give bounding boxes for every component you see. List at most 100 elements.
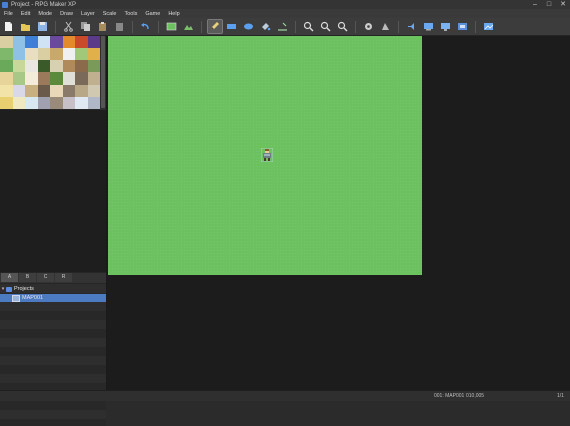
- tile-swatch[interactable]: [12, 60, 25, 73]
- maximize-icon[interactable]: □: [542, 0, 556, 9]
- tile-swatch[interactable]: [12, 36, 25, 49]
- save-project-icon[interactable]: [36, 20, 50, 33]
- tile-swatch[interactable]: [25, 48, 38, 61]
- tile-swatch[interactable]: [25, 36, 38, 49]
- tile-swatch[interactable]: [62, 84, 75, 97]
- tile-swatch[interactable]: [50, 36, 63, 49]
- tile-swatch[interactable]: [50, 96, 63, 109]
- tab-a[interactable]: A: [1, 273, 18, 282]
- layer-2-icon[interactable]: [182, 20, 196, 33]
- tile-swatch[interactable]: [0, 96, 13, 109]
- tile-swatch[interactable]: [75, 48, 88, 61]
- tile-swatch[interactable]: [0, 72, 13, 85]
- tab-b[interactable]: B: [19, 273, 36, 282]
- open-project-icon[interactable]: [19, 20, 33, 33]
- menu-help[interactable]: Help: [164, 11, 183, 17]
- tile-swatch[interactable]: [12, 48, 25, 61]
- tile-swatch[interactable]: [62, 96, 75, 109]
- tile-swatch[interactable]: [25, 84, 38, 97]
- sound-test-icon[interactable]: [422, 20, 436, 33]
- map-canvas-area: [107, 36, 570, 390]
- select-icon[interactable]: [276, 20, 290, 33]
- zoom-2-icon[interactable]: [319, 20, 333, 33]
- rectangle-icon[interactable]: [225, 20, 239, 33]
- tile-swatch[interactable]: [0, 84, 13, 97]
- tile-swatch[interactable]: [62, 48, 75, 61]
- tileset-palette[interactable]: [0, 36, 100, 109]
- player-start-sprite[interactable]: [261, 148, 273, 162]
- tile-swatch[interactable]: [87, 48, 100, 61]
- close-icon[interactable]: ✕: [556, 0, 570, 9]
- tile-swatch[interactable]: [62, 36, 75, 49]
- tile-swatch[interactable]: [50, 84, 63, 97]
- tile-swatch[interactable]: [37, 72, 50, 85]
- tree-root[interactable]: ▾ Projects: [0, 285, 106, 293]
- menu-draw[interactable]: Draw: [56, 11, 77, 17]
- tile-swatch[interactable]: [0, 36, 13, 49]
- copy-icon[interactable]: [79, 20, 93, 33]
- tab-c[interactable]: C: [37, 273, 54, 282]
- tile-swatch[interactable]: [87, 96, 100, 109]
- tile-swatch[interactable]: [37, 48, 50, 61]
- game-settings-icon[interactable]: [456, 20, 470, 33]
- menu-scale[interactable]: Scale: [99, 11, 121, 17]
- tile-swatch[interactable]: [75, 36, 88, 49]
- delete-icon[interactable]: [113, 20, 127, 33]
- tile-swatch[interactable]: [87, 72, 100, 85]
- minimize-icon[interactable]: –: [528, 0, 542, 9]
- tile-swatch[interactable]: [12, 72, 25, 85]
- layer-1-icon[interactable]: [165, 20, 179, 33]
- tile-swatch[interactable]: [75, 72, 88, 85]
- toolbar-divider: [398, 20, 399, 33]
- map-canvas[interactable]: [108, 36, 422, 275]
- menu-file[interactable]: File: [0, 11, 17, 17]
- tile-swatch[interactable]: [75, 96, 88, 109]
- tile-swatch[interactable]: [37, 96, 50, 109]
- tile-swatch[interactable]: [50, 60, 63, 73]
- cut-icon[interactable]: [62, 20, 76, 33]
- tile-swatch[interactable]: [0, 48, 13, 61]
- ellipse-icon[interactable]: [242, 20, 256, 33]
- menu-layer[interactable]: Layer: [77, 11, 99, 17]
- fill-icon[interactable]: [259, 20, 273, 33]
- paste-icon[interactable]: [96, 20, 110, 33]
- tile-swatch[interactable]: [75, 84, 88, 97]
- tree-item-map001[interactable]: MAP001: [0, 294, 106, 302]
- tile-swatch[interactable]: [25, 60, 38, 73]
- undo-icon[interactable]: [139, 20, 153, 33]
- tile-swatch[interactable]: [62, 60, 75, 73]
- tab-r[interactable]: R: [55, 273, 72, 282]
- new-project-icon[interactable]: [2, 20, 16, 33]
- menu-game[interactable]: Game: [141, 11, 164, 17]
- tile-swatch[interactable]: [0, 60, 13, 73]
- menu-edit[interactable]: Edit: [17, 11, 34, 17]
- tile-swatch[interactable]: [50, 48, 63, 61]
- tile-swatch[interactable]: [62, 72, 75, 85]
- help-icon[interactable]: [482, 20, 496, 33]
- tile-swatch[interactable]: [75, 60, 88, 73]
- toolbar-divider: [201, 20, 202, 33]
- tile-swatch[interactable]: [87, 60, 100, 73]
- script-editor-icon[interactable]: [405, 20, 419, 33]
- tile-swatch[interactable]: [37, 36, 50, 49]
- tile-swatch[interactable]: [25, 72, 38, 85]
- menu-mode[interactable]: Mode: [34, 11, 56, 17]
- tile-swatch[interactable]: [50, 72, 63, 85]
- toolbar-divider: [475, 20, 476, 33]
- material-base-icon[interactable]: [379, 20, 393, 33]
- tile-swatch[interactable]: [37, 60, 50, 73]
- pencil-icon[interactable]: [206, 19, 223, 34]
- tile-swatch[interactable]: [25, 96, 38, 109]
- tileset-tabs: A B C R: [0, 273, 106, 283]
- tile-swatch[interactable]: [12, 96, 25, 109]
- tile-swatch[interactable]: [87, 84, 100, 97]
- database-icon[interactable]: [362, 20, 376, 33]
- tile-swatch[interactable]: [12, 84, 25, 97]
- menu-tools[interactable]: Tools: [121, 11, 142, 17]
- zoom-1-icon[interactable]: [302, 20, 316, 33]
- tile-swatch[interactable]: [87, 36, 100, 49]
- scrollbar-thumb[interactable]: [101, 36, 105, 108]
- playtest-icon[interactable]: [439, 20, 453, 33]
- tile-swatch[interactable]: [37, 84, 50, 97]
- zoom-4-icon[interactable]: [336, 20, 350, 33]
